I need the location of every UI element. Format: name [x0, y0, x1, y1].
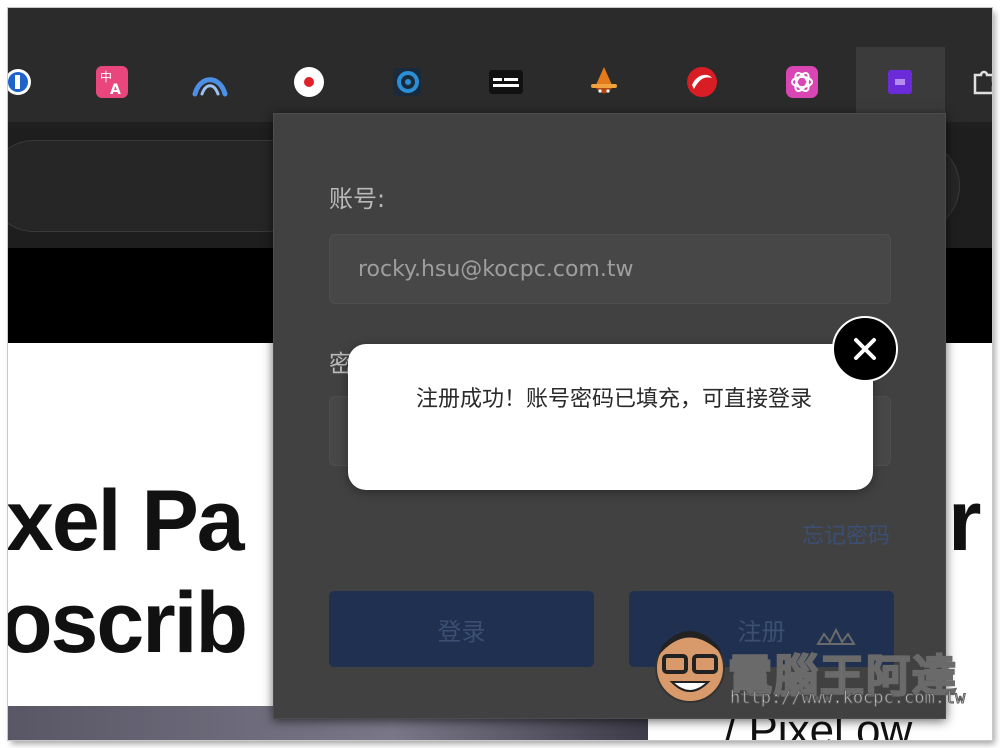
forgot-password-link[interactable]: 忘记密码: [802, 518, 890, 550]
red-dot-record-extension-icon[interactable]: [291, 64, 327, 100]
article-headline-line2: oscrib: [8, 575, 248, 671]
keyboard-extension-icon[interactable]: [488, 64, 524, 100]
watermark-url: http://www.kocpc.com.tw: [729, 688, 966, 709]
account-input[interactable]: [358, 235, 858, 303]
witch-hat-extension-icon[interactable]: [586, 64, 622, 100]
blue-ring-extension-icon[interactable]: [389, 64, 425, 100]
openai-extension-icon[interactable]: [784, 64, 820, 100]
partial-blue-extension-icon[interactable]: [8, 64, 36, 100]
toast-close-button[interactable]: [832, 316, 898, 382]
puzzle-extension-icon[interactable]: [966, 64, 992, 100]
svg-text:A: A: [110, 82, 121, 98]
article-headline-tail: r: [948, 473, 981, 569]
mountain-arc-extension-icon[interactable]: [192, 64, 228, 100]
article-headline-line1: xel Pa: [8, 473, 245, 569]
screenshot-frame: 中A xel Pa r oscrib / Pixel ow 账号: 密: [8, 8, 992, 740]
title-strip: [8, 8, 992, 38]
translate-extension-icon[interactable]: 中A: [94, 64, 130, 100]
login-button[interactable]: 登录: [329, 591, 594, 667]
close-icon: [854, 338, 876, 360]
red-swirl-extension-icon[interactable]: [684, 64, 720, 100]
success-toast: 注册成功！账号密码已填充，可直接登录: [348, 344, 873, 490]
account-label: 账号:: [329, 185, 386, 213]
purple-square-extension-icon[interactable]: [882, 64, 918, 100]
toast-message: 注册成功！账号密码已填充，可直接登录: [416, 387, 813, 412]
account-field[interactable]: [329, 234, 891, 304]
